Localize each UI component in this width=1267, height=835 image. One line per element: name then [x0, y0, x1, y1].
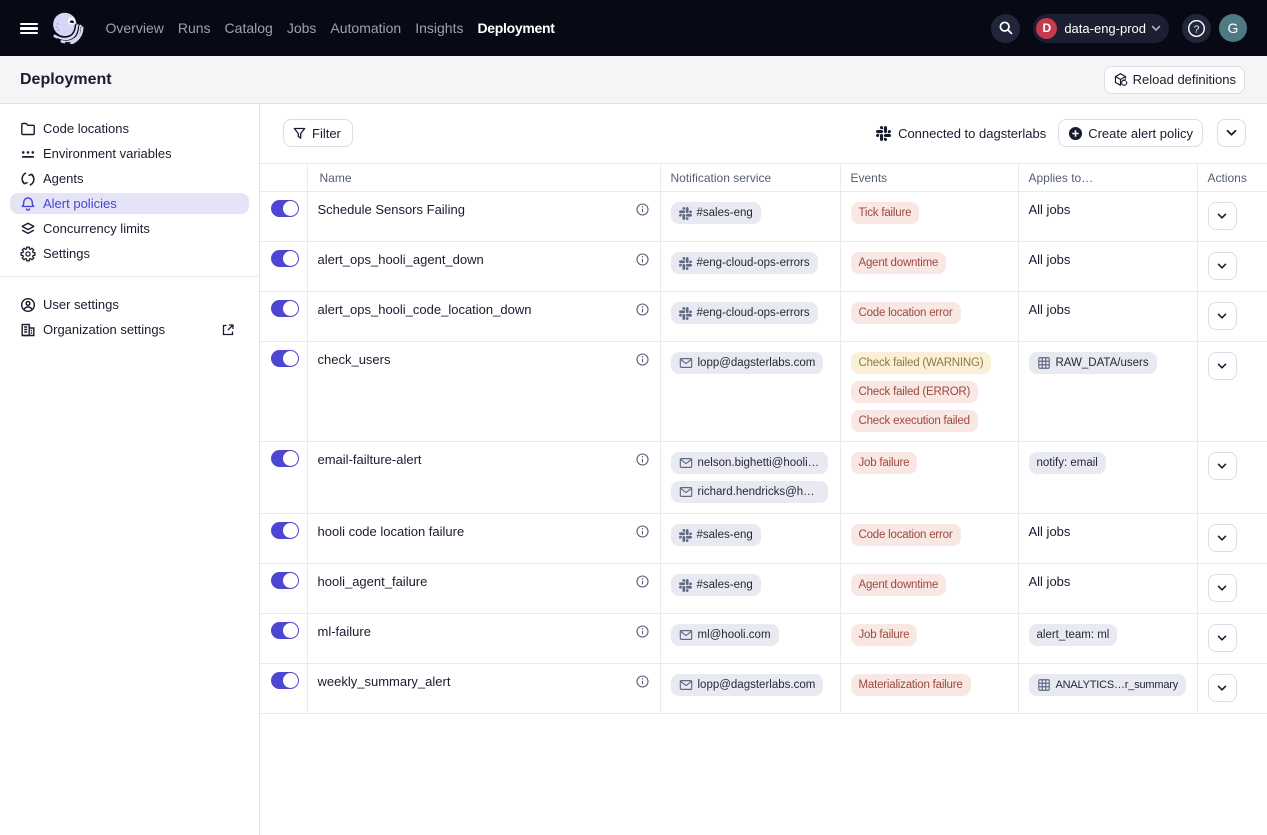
svg-text:?: ?	[1194, 24, 1200, 35]
